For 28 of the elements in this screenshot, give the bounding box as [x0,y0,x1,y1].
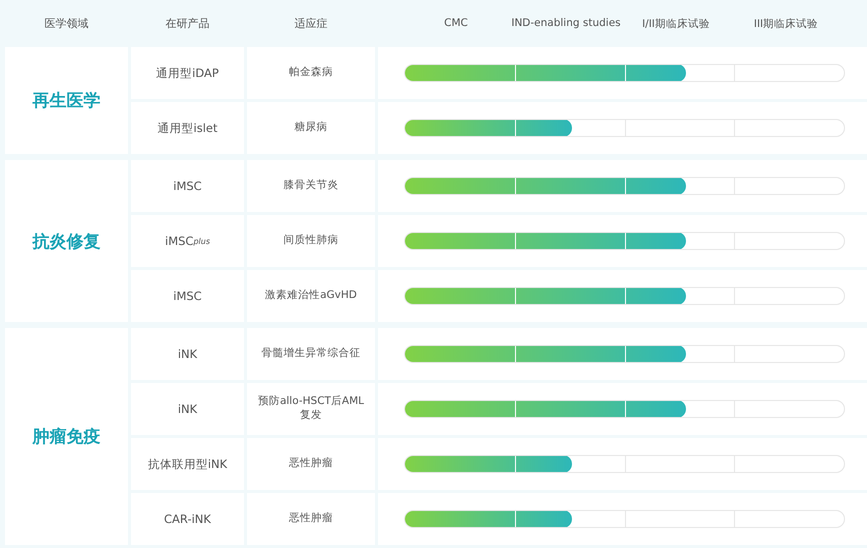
indication-cell: 骨髓增生异常综合征 [247,328,375,380]
product-cell: CAR-iNK [131,493,244,545]
product-cell: iNK [131,328,244,380]
phase-header: IND-enabling studies [511,16,621,30]
product-cell: iNK [131,383,244,435]
indication-cell: 膝骨关节炎 [247,160,375,212]
phase-header: CMC [443,16,469,30]
indication-cell: 间质性肺病 [247,215,375,267]
area-cell: 肿瘤免疫 [5,328,128,545]
indication-cell: 激素难治性aGvHD [247,270,375,322]
indication-cell: 预防allo-HSCT后AML复发 [247,383,375,435]
product-cell: 通用型islet [131,102,244,154]
product-cell: iMSC$^{plus}$ [131,215,244,267]
indication-cell: 糖尿病 [247,102,375,154]
area-cell: 再生医学 [5,47,128,154]
indication-cell: 恶性肿瘤 [247,493,375,545]
phase-header: III期临床试验 [752,16,820,30]
indication-cell: 恶性肿瘤 [247,438,375,490]
product-cell: 抗体联用型iNK [131,438,244,490]
indication-cell: 帕金森病 [247,47,375,99]
phase-header: I/II期临床试验 [641,16,711,30]
product-cell: iMSC [131,270,244,322]
column-header: 适应症 [294,16,328,31]
product-cell: 通用型iDAP [131,47,244,99]
area-cell: 抗炎修复 [5,160,128,322]
column-header: 医学领域 [44,16,90,31]
column-header: 在研产品 [164,16,210,31]
product-cell: iMSC [131,160,244,212]
